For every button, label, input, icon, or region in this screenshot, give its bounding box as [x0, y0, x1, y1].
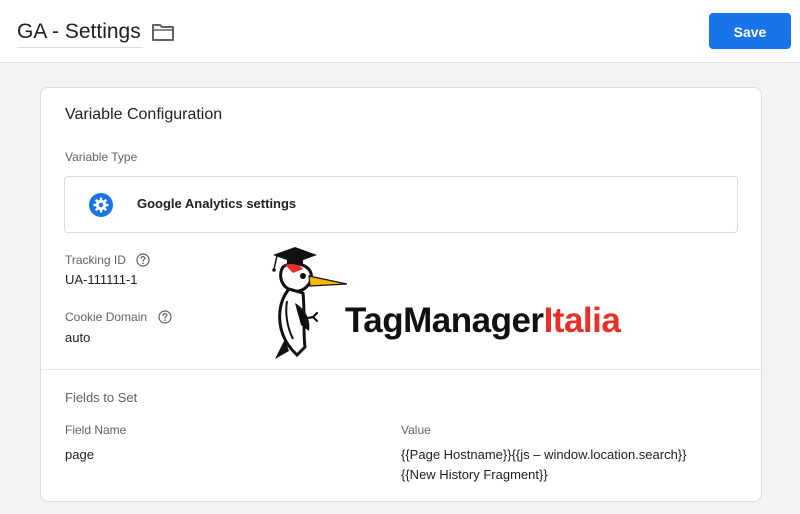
watermark-text: TagManagerItalia: [345, 301, 621, 341]
cookie-domain-label: Cookie Domain: [65, 310, 148, 324]
cookie-domain-value[interactable]: auto: [65, 330, 90, 345]
gear-icon: [89, 193, 113, 217]
variable-type-value: Google Analytics settings: [137, 196, 297, 211]
woodpecker-mascot-icon: [272, 247, 347, 359]
tagmanageritalia-watermark: TagManagerItalia: [265, 243, 685, 361]
section-title: Variable Configuration: [65, 106, 223, 123]
tracking-id-help-icon[interactable]: [136, 253, 150, 267]
variable-type-label: Variable Type: [65, 150, 138, 164]
top-bar: GA - Settings Save: [0, 0, 800, 63]
field-name-cell: page: [65, 447, 94, 462]
tracking-id-label: Tracking ID: [65, 253, 126, 267]
save-button[interactable]: Save: [709, 13, 791, 49]
watermark-text-dark: TagManager: [345, 301, 544, 340]
folder-icon[interactable]: [151, 22, 175, 42]
variable-type-selector[interactable]: Google Analytics settings: [64, 176, 738, 233]
cookie-domain-help-icon[interactable]: [158, 310, 172, 324]
field-name-column-header: Field Name: [65, 423, 127, 437]
watermark-text-red: Italia: [543, 301, 621, 340]
value-column-header: Value: [401, 423, 431, 437]
variable-title[interactable]: GA - Settings: [17, 17, 143, 48]
field-value-cell-line-2: {{New History Fragment}}: [401, 467, 548, 482]
field-value-cell-line-1: {{Page Hostname}}{{js – window.location.…: [401, 447, 687, 462]
section-divider: [41, 369, 761, 370]
tracking-id-value[interactable]: UA-111111-1: [65, 272, 138, 287]
fields-to-set-title: Fields to Set: [65, 390, 138, 405]
